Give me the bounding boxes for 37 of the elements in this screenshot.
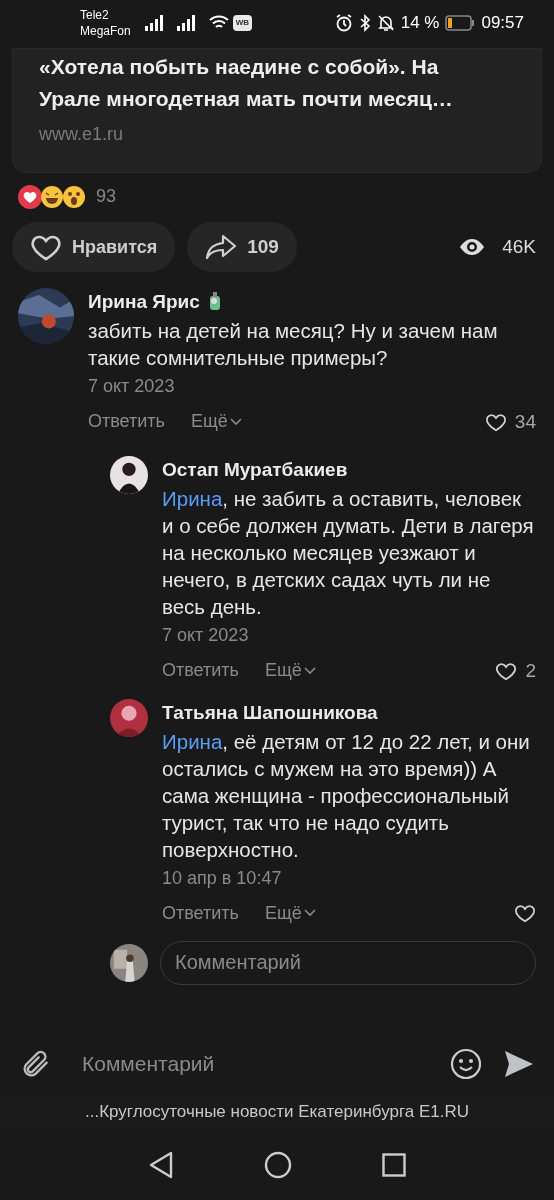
- link-url: www.e1.ru: [39, 123, 125, 146]
- more-button[interactable]: Ещё: [264, 899, 316, 927]
- comment-text: Ирина, её детям от 12 до 22 лет, и они остались с мужем на это время)) А сама женщина - профессиональный турист, так что не надо судить поверхностно.: [162, 728, 531, 863]
- comment-date: 7 окт 2023: [162, 623, 250, 647]
- like-count: 34: [514, 409, 536, 434]
- comment-author[interactable]: Остап Муратбакиев: [162, 456, 348, 485]
- comment-date: 7 окт 2023: [88, 374, 176, 398]
- link-card[interactable]: «Хотела побыть наедине с собой». На Урале многодетная мать почти месяц… www.e1.ru: [12, 48, 542, 173]
- comment-text: Ирина, не забить а оставить, человек и о себе должен думать. Дети в лагеря на несколько месяцев уезжают и нечего, в детских садах чуть ли не весь день.: [162, 485, 535, 620]
- view-count: 46K: [502, 234, 536, 259]
- mention-link[interactable]: Ирина: [162, 729, 223, 753]
- reply-input-field[interactable]: Комментарий: [160, 940, 536, 985]
- reply-button[interactable]: Ответить: [88, 408, 165, 436]
- share-button[interactable]: 109: [187, 222, 297, 272]
- comment-input-field[interactable]: Комментарий: [82, 1048, 450, 1080]
- carrier-name: Tele2: [80, 7, 110, 23]
- reply-button[interactable]: Ответить: [162, 657, 239, 685]
- mention-link[interactable]: Ирина: [162, 486, 223, 510]
- battery-percent: 14 %: [400, 12, 440, 35]
- more-button[interactable]: Ещё: [190, 408, 242, 436]
- comment-date: 10 апр в 10:47: [162, 866, 283, 890]
- site-title: ...Круглосуточные новости Екатеринбурга E1.RU: [85, 1101, 469, 1124]
- more-button[interactable]: Ещё: [264, 657, 316, 685]
- link-title: «Хотела побыть наедине с собой». На: [39, 54, 440, 80]
- comment-like-button[interactable]: 2: [495, 656, 536, 685]
- link-title: Урале многодетная мать почти месяц…: [39, 86, 454, 112]
- comment-author[interactable]: Татьяна Шапошникова: [162, 699, 378, 728]
- app-badge: WB: [232, 15, 253, 31]
- comment-author[interactable]: Ирина Ярис: [88, 288, 200, 317]
- like-button[interactable]: Нравится: [12, 222, 176, 272]
- clock: 09:57: [481, 12, 524, 35]
- comment-like-button[interactable]: 34: [484, 407, 536, 436]
- like-count: 2: [525, 658, 536, 683]
- reply-button[interactable]: Ответить: [162, 899, 239, 927]
- comment-text: забить на детей на месяц? Ну и зачем нам такие сомнительные примеры?: [88, 317, 499, 371]
- reaction-count: 93: [96, 185, 117, 208]
- carrier-name: MegaFon: [80, 23, 131, 39]
